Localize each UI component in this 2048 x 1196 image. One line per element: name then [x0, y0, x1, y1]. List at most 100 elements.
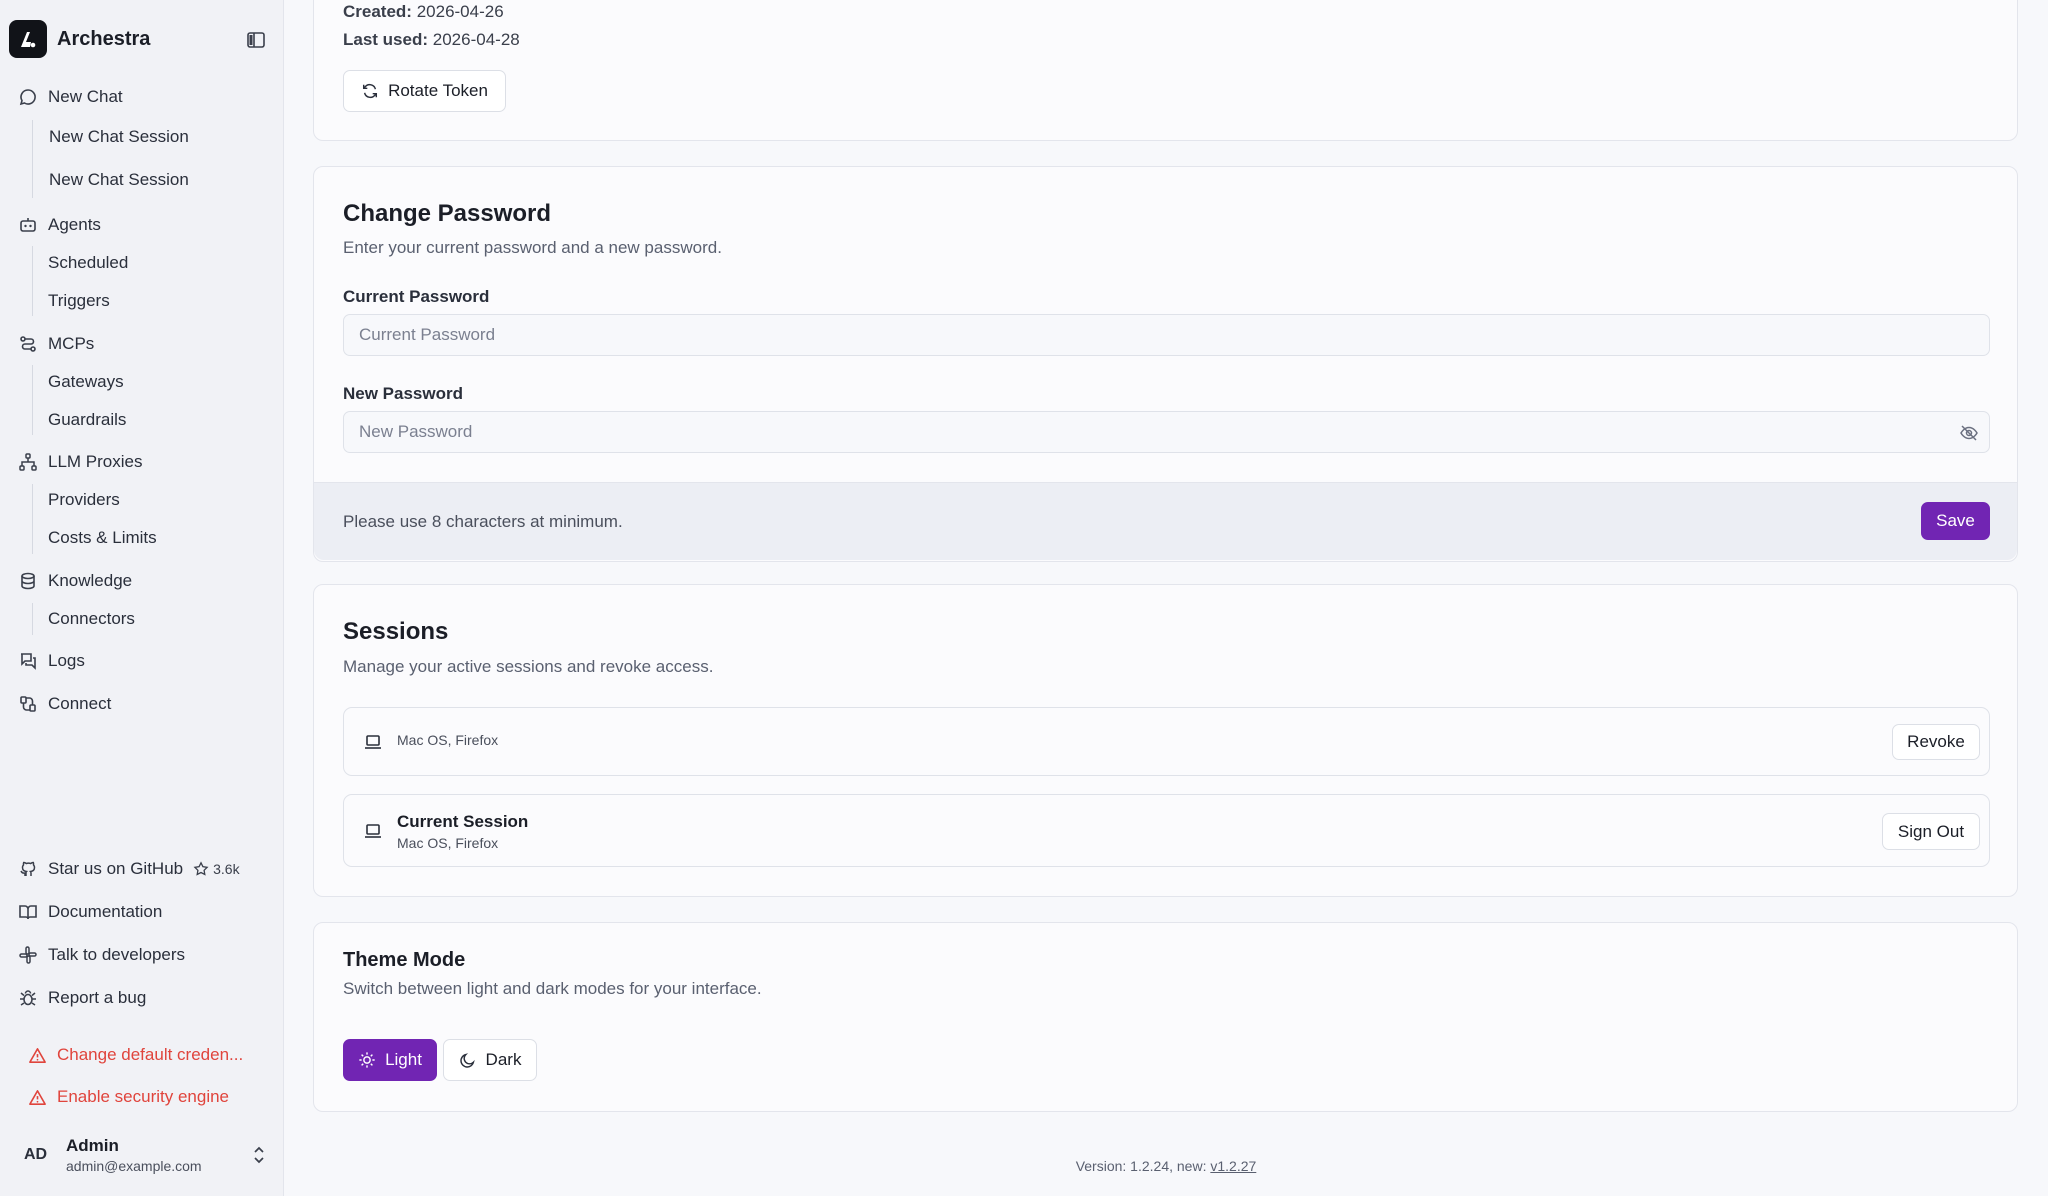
new-version-link[interactable]: v1.2.27 — [1210, 1158, 1256, 1174]
github-stars: 3.6k — [193, 861, 240, 877]
sign-out-button[interactable]: Sign Out — [1882, 813, 1980, 850]
sidebar-item-triggers[interactable]: Triggers — [48, 289, 110, 313]
new-password-label: New Password — [343, 384, 463, 403]
session-device: Mac OS, Firefox — [397, 835, 499, 851]
revoke-session-button[interactable]: Revoke — [1892, 724, 1980, 760]
laptop-icon — [365, 735, 381, 749]
sidebar-item-documentation[interactable]: Documentation — [18, 899, 162, 925]
last-used-value: 2026-04-28 — [432, 30, 520, 49]
sidebar-toggle-icon[interactable] — [246, 30, 266, 50]
sidebar-item-chat-session[interactable]: New Chat Session — [49, 125, 189, 149]
version-footer: Version: 1.2.24, new: v1.2.27 — [284, 1158, 2048, 1174]
sidebar-item-agents[interactable]: Agents — [18, 212, 101, 238]
warning-triangle-icon — [29, 1089, 46, 1105]
version-text: Version: 1.2.24, new: — [1075, 1158, 1207, 1174]
nav-divider — [32, 246, 33, 316]
sidebar-item-knowledge[interactable]: Knowledge — [18, 568, 132, 594]
sidebar-item-guardrails[interactable]: Guardrails — [48, 408, 126, 432]
save-button[interactable]: Save — [1921, 502, 1990, 540]
sun-icon — [359, 1052, 375, 1068]
messages-icon — [21, 653, 36, 670]
sidebar-item-providers[interactable]: Providers — [48, 488, 120, 512]
nav-divider — [32, 603, 33, 635]
password-hint: Please use 8 characters at minimum. — [343, 512, 623, 531]
github-icon — [20, 861, 36, 876]
sidebar-item-label: MCPs — [48, 334, 95, 353]
sidebar-item-label: Star us on GitHub — [48, 859, 184, 878]
token-last-used: Last used: 2026-04-28 — [343, 30, 520, 50]
api-token-card: Created: 2026-04-26 Last used: 2026-04-2… — [313, 0, 2018, 141]
sidebar-item-connect[interactable]: Connect — [18, 691, 111, 717]
sidebar-item-new-chat[interactable]: New Chat — [18, 84, 123, 110]
eye-off-icon[interactable] — [1959, 423, 1979, 443]
sessions-description: Manage your active sessions and revoke a… — [343, 657, 714, 676]
sidebar-item-costs-limits[interactable]: Costs & Limits — [48, 526, 157, 550]
star-icon — [193, 861, 209, 876]
created-value: 2026-04-26 — [416, 2, 504, 21]
chat-bubble-icon — [19, 89, 36, 106]
change-password-card: Change Password Enter your current passw… — [313, 166, 2018, 562]
nav-divider — [32, 484, 33, 554]
session-title: Current Session — [397, 812, 529, 831]
theme-mode-card: Theme Mode Switch between light and dark… — [313, 922, 2018, 1112]
brand[interactable]: Archestra — [9, 20, 150, 58]
sidebar-item-label: Logs — [48, 651, 85, 670]
bug-icon — [20, 990, 36, 1006]
sidebar-item-gateways[interactable]: Gateways — [48, 370, 124, 394]
theme-light-button[interactable]: Light — [343, 1039, 437, 1081]
user-menu[interactable]: AD Admin admin@example.com — [24, 1130, 268, 1180]
user-email: admin@example.com — [66, 1158, 202, 1174]
current-password-label: Current Password — [343, 287, 490, 306]
sidebar: Archestra New Chat New Chat Session New … — [0, 0, 284, 1196]
session-info: Mac OS, Firefox — [397, 732, 498, 748]
created-label: Created: — [343, 2, 412, 21]
warning-label: Enable security engine — [57, 1087, 230, 1106]
sidebar-item-connectors[interactable]: Connectors — [48, 607, 135, 631]
warning-security-engine[interactable]: Enable security engine — [28, 1084, 229, 1110]
theme-mode-title: Theme Mode — [343, 949, 466, 971]
sidebar-item-llm-proxies[interactable]: LLM Proxies — [18, 449, 142, 475]
session-row: Mac OS, Firefox Revoke — [343, 707, 1990, 776]
sidebar-item-chat-session[interactable]: New Chat Session — [49, 168, 189, 192]
sidebar-item-talk-to-developers[interactable]: Talk to developers — [18, 942, 185, 968]
sidebar-item-mcps[interactable]: MCPs — [18, 331, 94, 357]
theme-dark-label: Dark — [485, 1050, 522, 1069]
warning-triangle-icon — [29, 1047, 46, 1063]
sidebar-item-logs[interactable]: Logs — [18, 648, 85, 674]
sidebar-item-label: LLM Proxies — [48, 452, 143, 471]
nav-divider — [32, 365, 33, 435]
sidebar-item-label: Documentation — [48, 902, 163, 921]
github-star-count: 3.6k — [213, 861, 240, 877]
new-password-input[interactable] — [343, 411, 1990, 453]
last-used-label: Last used: — [343, 30, 429, 49]
save-label: Save — [1936, 511, 1975, 530]
sidebar-item-scheduled[interactable]: Scheduled — [48, 251, 128, 275]
sidebar-item-report-bug[interactable]: Report a bug — [18, 985, 146, 1011]
sessions-card: Sessions Manage your active sessions and… — [313, 584, 2018, 897]
sidebar-item-label: Talk to developers — [48, 945, 186, 964]
rotate-token-button[interactable]: Rotate Token — [343, 70, 506, 112]
user-info: Admin admin@example.com — [66, 1136, 202, 1174]
sidebar-item-label: New Chat — [48, 87, 123, 106]
warning-label: Change default creden... — [57, 1045, 244, 1064]
warning-change-credentials[interactable]: Change default creden... — [28, 1042, 243, 1068]
theme-dark-button[interactable]: Dark — [443, 1039, 537, 1081]
database-icon — [21, 572, 35, 590]
archestra-logo-icon — [9, 20, 47, 58]
sidebar-item-label: Connect — [48, 694, 112, 713]
route-icon — [20, 336, 36, 352]
robot-icon — [20, 218, 36, 232]
theme-mode-description: Switch between light and dark modes for … — [343, 979, 762, 998]
sidebar-item-label: Report a bug — [48, 988, 147, 1007]
sidebar-item-github[interactable]: Star us on GitHub 3.6k — [18, 856, 240, 882]
moon-icon — [459, 1053, 475, 1068]
current-password-input[interactable] — [343, 314, 1990, 356]
user-name: Admin — [66, 1136, 119, 1155]
change-password-description: Enter your current password and a new pa… — [343, 238, 722, 257]
laptop-icon — [365, 824, 381, 838]
session-device: Mac OS, Firefox — [397, 732, 499, 748]
change-password-title: Change Password — [343, 200, 552, 227]
sessions-title: Sessions — [343, 618, 449, 645]
refresh-icon — [363, 83, 378, 99]
slack-icon — [19, 946, 37, 964]
